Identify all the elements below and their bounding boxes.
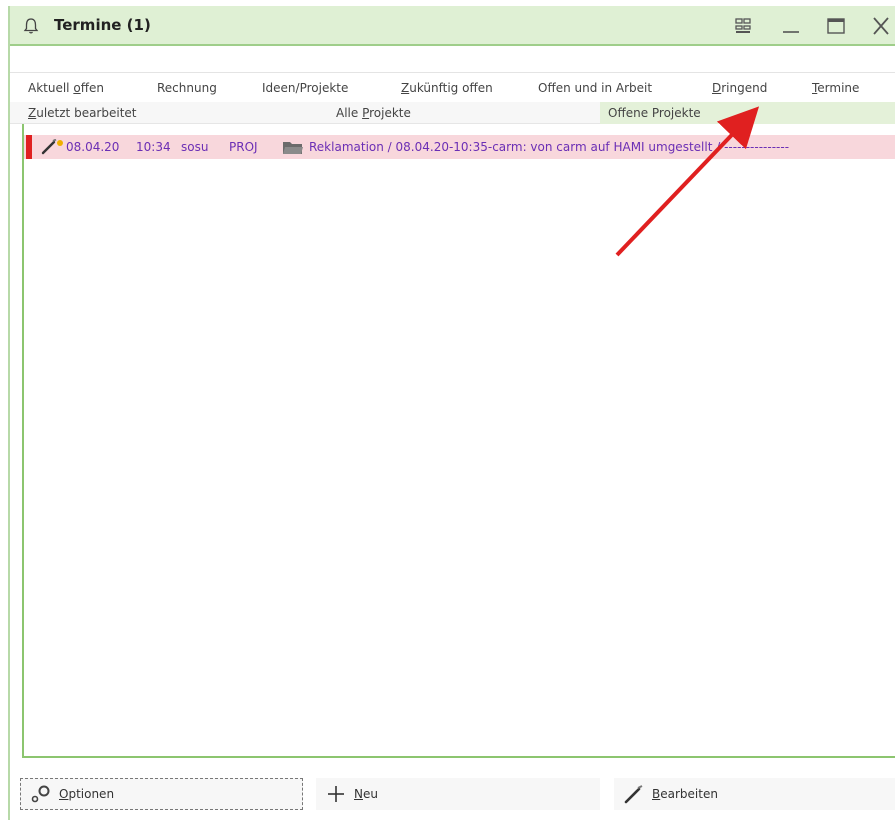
folder-icon bbox=[283, 142, 303, 154]
close-icon[interactable] bbox=[870, 16, 892, 36]
minimize-icon[interactable] bbox=[780, 16, 802, 36]
optionen-label: Optionen bbox=[59, 787, 115, 801]
optionen-button[interactable]: Optionen bbox=[20, 778, 303, 810]
gear-icon bbox=[31, 785, 50, 803]
tab-ideen-projekte[interactable]: Ideen/Projekte bbox=[262, 81, 348, 95]
entry-time: 10:34 bbox=[136, 140, 171, 154]
tab-aktuell-offen[interactable]: Aktuell offen bbox=[28, 81, 104, 95]
entry-type: PROJ bbox=[229, 140, 258, 154]
tab-offene-projekte[interactable]: Offene Projekte bbox=[600, 102, 895, 124]
title-bar: Termine (1) bbox=[10, 6, 895, 46]
entry-date: 08.04.20 bbox=[66, 140, 120, 154]
bearbeiten-label: Bearbeiten bbox=[652, 787, 718, 801]
neu-button[interactable]: Neu bbox=[316, 778, 600, 810]
tab-rechnung[interactable]: Rechnung bbox=[157, 81, 217, 95]
action-bar: Optionen Neu Bearbeiten bbox=[10, 774, 895, 814]
list-item[interactable]: 08.04.20 10:34 sosu PROJ Reklamation / 0… bbox=[24, 135, 895, 159]
termine-window: Termine (1) Aktuell offen Rechnung Ideen… bbox=[8, 6, 895, 820]
layout-grid-icon[interactable] bbox=[732, 16, 754, 36]
tab-zuletzt-bearbeitet[interactable]: Zuletzt bearbeitet bbox=[28, 106, 137, 120]
tab-bar-row-2: Zuletzt bearbeitet Alle Projekte Offene … bbox=[10, 102, 895, 124]
tab-bar-row-1: Aktuell offen Rechnung Ideen/Projekte Zu… bbox=[10, 72, 895, 102]
bell-icon bbox=[23, 18, 39, 34]
tab-zukuenftig-offen[interactable]: Zukünftig offen bbox=[401, 81, 493, 95]
priority-flag bbox=[26, 135, 32, 159]
pencil-icon bbox=[624, 785, 643, 804]
maximize-icon[interactable] bbox=[825, 16, 847, 36]
plus-icon bbox=[328, 786, 344, 802]
bearbeiten-button[interactable]: Bearbeiten bbox=[614, 778, 895, 810]
star-icon bbox=[57, 140, 63, 146]
tab-offen-und-in-arbeit[interactable]: Offen und in Arbeit bbox=[538, 81, 652, 95]
tab-alle-projekte[interactable]: Alle Projekte bbox=[336, 106, 411, 120]
neu-label: Neu bbox=[354, 787, 378, 801]
tab-termine[interactable]: Termine bbox=[812, 81, 859, 95]
entries-list: 08.04.20 10:34 sosu PROJ Reklamation / 0… bbox=[22, 124, 895, 758]
entry-user: sosu bbox=[181, 140, 209, 154]
tab-dringend[interactable]: Dringend bbox=[712, 81, 767, 95]
window-title: Termine (1) bbox=[54, 16, 151, 34]
entry-description: Reklamation / 08.04.20-10:35-carm: von c… bbox=[309, 140, 790, 154]
